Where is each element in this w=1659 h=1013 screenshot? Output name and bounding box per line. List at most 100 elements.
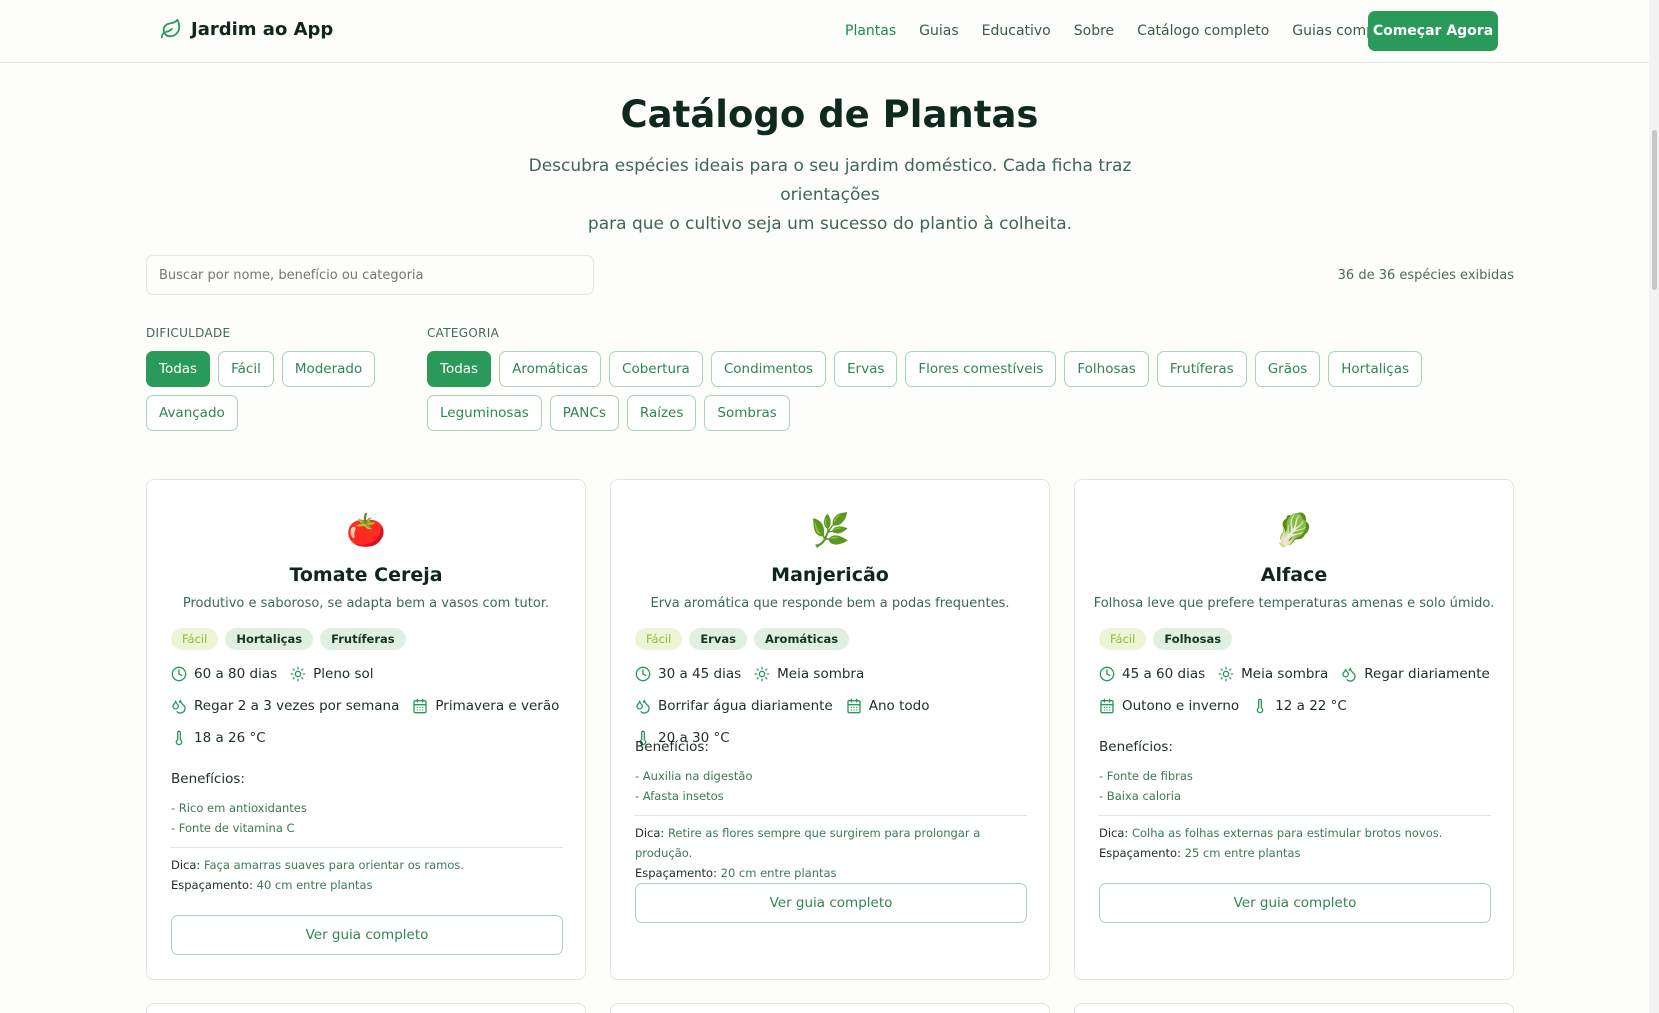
season-spec: Ano todo — [846, 696, 930, 715]
tip-text: Faça amarras suaves para orientar os ram… — [203, 858, 465, 872]
card-divider — [635, 815, 1027, 816]
difficulty-chip-todas[interactable]: Todas — [146, 351, 211, 387]
nav-link-guias[interactable]: Guias — [919, 23, 958, 39]
start-now-button[interactable]: Começar Agora — [1368, 11, 1498, 51]
page-title: Catálogo de Plantas — [620, 93, 1039, 136]
tomato-icon: 🍅 — [346, 511, 386, 549]
plant-card-partial — [146, 1003, 586, 1013]
sun-icon — [1218, 666, 1234, 682]
droplets-icon — [171, 698, 187, 714]
page-scrollbar[interactable] — [1649, 0, 1659, 1013]
benefit-item: - Rico em antioxidantes — [171, 801, 307, 815]
difficulty-tag: Fácil — [635, 628, 683, 650]
category-chip-flores-comestiveis[interactable]: Flores comestíveis — [905, 351, 1057, 387]
light-value: Pleno sol — [313, 665, 374, 682]
tip-label: Dica: — [1099, 826, 1129, 840]
species-count: 36 de 36 espécies exibidas — [1337, 268, 1514, 283]
view-guide-button[interactable]: Ver guia completo — [635, 883, 1027, 923]
category-chip-hortalicas[interactable]: Hortaliças — [1328, 351, 1423, 387]
benefit-item: - Auxilia na digestão — [635, 769, 753, 783]
water-spec: Borrifar água diariamente — [635, 696, 833, 715]
clock-icon — [1099, 666, 1115, 682]
view-guide-button[interactable]: Ver guia completo — [1099, 883, 1491, 923]
category-chip-leguminosas[interactable]: Leguminosas — [427, 395, 542, 431]
category-filter-label: CATEGORIA — [427, 326, 500, 340]
droplets-icon — [1341, 666, 1357, 682]
lettuce-icon: 🥬 — [1274, 511, 1314, 549]
temperature-spec: 12 a 22 °C — [1252, 696, 1347, 715]
season-value: Ano todo — [868, 697, 930, 714]
difficulty-chip-avancado[interactable]: Avançado — [146, 395, 238, 431]
category-chip-condimentos[interactable]: Condimentos — [710, 351, 827, 387]
category-tag: Frutíferas — [320, 628, 406, 650]
care-tip: Dica: Faça amarras suaves para orientar … — [171, 855, 571, 895]
scrollbar-thumb[interactable] — [1652, 130, 1657, 290]
category-chip-ervas[interactable]: Ervas — [834, 351, 898, 387]
benefits-list: - Auxilia na digestão - Afasta insetos — [635, 766, 753, 806]
cycle-value: 45 a 60 dias — [1122, 665, 1206, 682]
difficulty-filter-label: DIFICULDADE — [146, 326, 231, 340]
cycle-spec: 30 a 45 dias — [635, 664, 741, 683]
plant-card-alface: 🥬 Alface Folhosa leve que prefere temper… — [1074, 479, 1514, 980]
category-chip-cobertura[interactable]: Cobertura — [609, 351, 703, 387]
temperature-value: 12 a 22 °C — [1275, 697, 1347, 714]
season-spec: Outono e inverno — [1099, 696, 1239, 715]
category-chip-graos[interactable]: Grãos — [1254, 351, 1321, 387]
category-tag: Aromáticas — [753, 628, 850, 650]
brand-name: Jardim ao App — [191, 18, 334, 40]
category-chip-raizes[interactable]: Raízes — [626, 395, 697, 431]
nav-link-sobre[interactable]: Sobre — [1074, 23, 1114, 39]
benefit-item: - Afasta insetos — [635, 789, 724, 803]
care-tip: Dica: Retire as flores sempre que surgir… — [635, 823, 1035, 883]
water-value: Regar 2 a 3 vezes por semana — [194, 697, 400, 714]
water-spec: Regar diariamente — [1341, 664, 1490, 683]
calendar-icon — [1099, 698, 1115, 714]
light-spec: Pleno sol — [290, 664, 374, 683]
season-value: Outono e inverno — [1122, 697, 1240, 714]
care-tip: Dica: Colha as folhas externas para esti… — [1099, 823, 1499, 863]
benefit-item: - Baixa caloria — [1099, 789, 1182, 803]
droplets-icon — [635, 698, 651, 714]
category-chip-sombras[interactable]: Sombras — [704, 395, 790, 431]
page-subtitle-line-1: Descubra espécies ideais para o seu jard… — [528, 156, 1132, 205]
water-value: Borrifar água diariamente — [658, 697, 833, 714]
category-chip-folhosas[interactable]: Folhosas — [1064, 351, 1149, 387]
nav-link-educativo[interactable]: Educativo — [982, 23, 1051, 39]
page-subtitle: Descubra espécies ideais para o seu jard… — [490, 152, 1170, 239]
plant-name: Tomate Cereja — [289, 564, 443, 586]
main-nav: Plantas Guias Educativo Sobre Catálogo c… — [845, 23, 1432, 39]
plant-specs: 60 a 80 dias Pleno sol Regar 2 a 3 vezes… — [171, 664, 571, 747]
nav-link-plantas[interactable]: Plantas — [845, 23, 896, 39]
view-guide-button[interactable]: Ver guia completo — [171, 915, 563, 955]
difficulty-tag: Fácil — [1099, 628, 1147, 650]
herb-icon: 🌿 — [810, 511, 850, 549]
category-chip-pancs[interactable]: PANCs — [549, 395, 619, 431]
nav-link-catalogo-completo[interactable]: Catálogo completo — [1137, 23, 1269, 39]
light-value: Meia sombra — [777, 665, 865, 682]
plant-card-partial — [1074, 1003, 1514, 1013]
sun-icon — [290, 666, 306, 682]
category-chip-aromaticas[interactable]: Aromáticas — [499, 351, 602, 387]
category-tag: Folhosas — [1153, 628, 1233, 650]
difficulty-chip-moderado[interactable]: Moderado — [281, 351, 376, 387]
plant-name: Alface — [1260, 564, 1328, 586]
tip-text: Colha as folhas externas para estimular … — [1131, 826, 1443, 840]
difficulty-chip-facil[interactable]: Fácil — [218, 351, 274, 387]
benefits-list: - Rico em antioxidantes - Fonte de vitam… — [171, 798, 307, 838]
plant-card-tomate-cereja: 🍅 Tomate Cereja Produtivo e saboroso, se… — [146, 479, 586, 980]
cycle-value: 30 a 45 dias — [658, 665, 742, 682]
plant-description: Erva aromática que responde bem a podas … — [650, 596, 1010, 611]
benefits-list: - Fonte de fibras - Baixa caloria — [1099, 766, 1193, 806]
category-chip-frutiferas[interactable]: Frutíferas — [1156, 351, 1247, 387]
top-navbar: Jardim ao App Plantas Guias Educativo So… — [0, 0, 1659, 63]
plant-tags: Fácil Hortaliças Frutíferas — [171, 628, 406, 650]
light-spec: Meia sombra — [1218, 664, 1328, 683]
brand[interactable]: Jardim ao App — [160, 18, 333, 40]
plant-tags: Fácil Ervas Aromáticas — [635, 628, 850, 650]
temperature-spec: 18 a 26 °C — [171, 728, 266, 747]
plant-description: Folhosa leve que prefere temperaturas am… — [1093, 596, 1495, 611]
light-value: Meia sombra — [1241, 665, 1329, 682]
category-chip-todas[interactable]: Todas — [427, 351, 492, 387]
search-input[interactable] — [146, 255, 594, 295]
plant-card-manjericao: 🌿 Manjericão Erva aromática que responde… — [610, 479, 1050, 980]
